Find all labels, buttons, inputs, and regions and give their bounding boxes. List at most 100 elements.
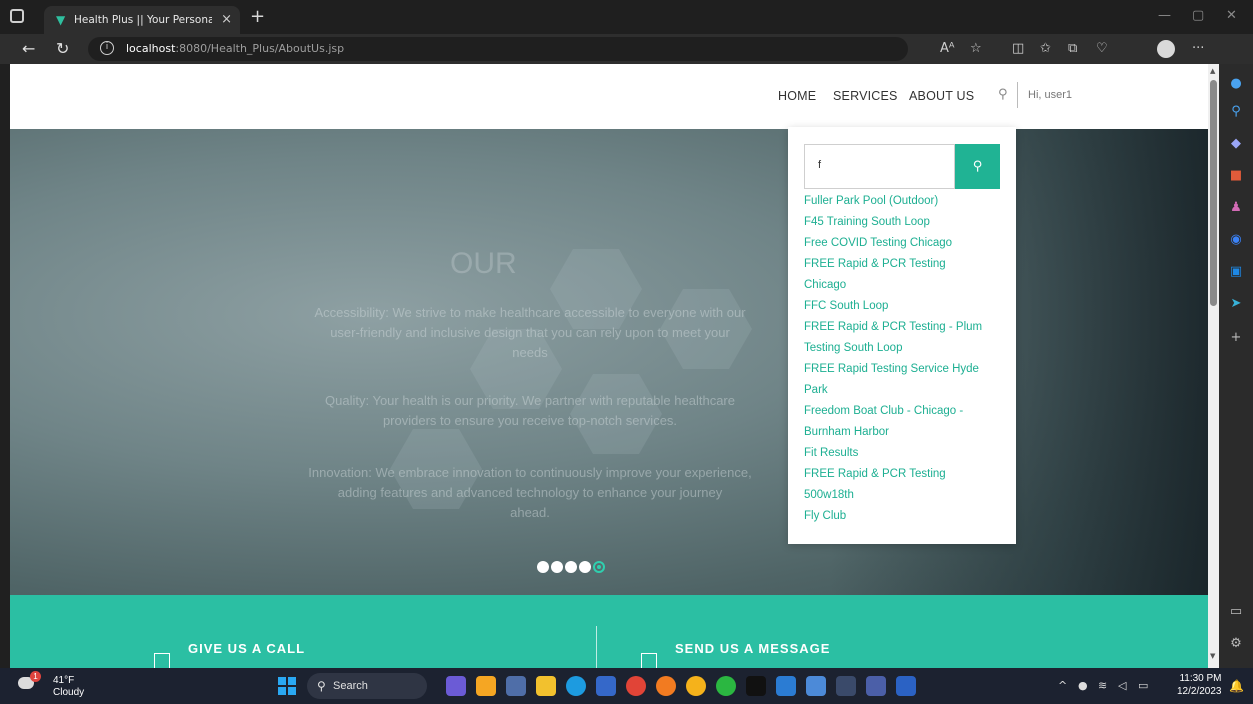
nav-home[interactable]: HOME [778, 89, 816, 103]
app-icon[interactable] [866, 676, 886, 696]
taskbar-search[interactable]: ⚲ Search [307, 673, 427, 699]
windows-taskbar: 1 41°F Cloudy ⚲ Search ^ ● ≋ ◁ ▭ 11:30 P… [0, 668, 1253, 704]
hero-carousel: OUR Accessibility: We strive to make hea… [10, 129, 1208, 595]
edge-icon[interactable] [566, 676, 586, 696]
search-result-item[interactable]: Fuller Park Pool (Outdoor) [804, 191, 1004, 212]
carousel-dot[interactable] [579, 560, 591, 573]
shopping-icon[interactable]: ◆ [1228, 136, 1244, 152]
search-icon[interactable]: ⚲ [998, 87, 1008, 102]
search-result-item[interactable]: FREE Rapid Testing Service Hyde [804, 359, 1004, 380]
search-icon: ⚲ [317, 679, 326, 693]
search-result-item[interactable]: F45 Training South Loop [804, 212, 1004, 233]
wifi-icon[interactable]: ≋ [1098, 679, 1107, 692]
notification-bell-icon[interactable]: 🔔 [1229, 679, 1244, 693]
search-result-item[interactable]: FREE Rapid & PCR Testing - Plum [804, 317, 1004, 338]
search-result-item[interactable]: Testing South Loop [804, 338, 1004, 359]
nav-about-us[interactable]: ABOUT US [909, 89, 974, 103]
back-icon[interactable]: ← [22, 39, 35, 58]
profile-avatar[interactable] [1157, 40, 1175, 58]
file-explorer-icon[interactable] [536, 676, 556, 696]
search-result-item[interactable]: Fly Club [804, 506, 1004, 527]
carousel-dot-active[interactable] [593, 560, 605, 573]
favorites-icon[interactable]: ✩ [1040, 41, 1051, 56]
chrome-icon[interactable] [626, 676, 646, 696]
new-tab-button[interactable]: + [250, 6, 265, 27]
site-favicon-icon: ▼ [56, 13, 66, 27]
search-result-item[interactable]: Chicago [804, 275, 1004, 296]
app-icon[interactable] [476, 676, 496, 696]
search-result-item[interactable]: Freedom Boat Club - Chicago - [804, 401, 1004, 422]
collections-icon[interactable]: ⧉ [1068, 41, 1077, 56]
copilot-icon[interactable]: ● [1228, 76, 1244, 92]
sidebar-search-icon[interactable]: ⚲ [1228, 104, 1244, 120]
firefox-icon[interactable] [656, 676, 676, 696]
search-result-item[interactable]: Burnham Harbor [804, 422, 1004, 443]
contact-divider [596, 626, 597, 668]
add-sidebar-app-icon[interactable]: + [1228, 330, 1244, 346]
carousel-dot[interactable] [565, 560, 577, 573]
search-result-item[interactable]: 500w18th [804, 485, 1004, 506]
carousel-dot[interactable] [537, 560, 549, 573]
nav-services[interactable]: SERVICES [833, 89, 898, 103]
user-greeting[interactable]: Hi, user1 [1028, 89, 1072, 101]
page-scrollbar[interactable]: ▲ ▼ [1208, 64, 1219, 668]
scrollbar-thumb[interactable] [1210, 80, 1217, 306]
terminal-icon[interactable] [836, 676, 856, 696]
word-icon[interactable] [896, 676, 916, 696]
minimize-icon[interactable]: — [1158, 8, 1171, 23]
search-input[interactable]: f [804, 144, 955, 189]
favorite-star-icon[interactable]: ☆ [970, 41, 982, 56]
browser-tab[interactable]: ▼ Health Plus || Your Personal Heal × [44, 6, 240, 34]
give-us-a-call-label: GIVE US A CALL [188, 641, 306, 656]
more-menu-icon[interactable]: ··· [1192, 41, 1204, 56]
games-icon[interactable]: ♟ [1228, 200, 1244, 216]
chevron-up-icon[interactable]: ^ [1058, 679, 1067, 692]
hero-text-line: needs [512, 345, 548, 360]
search-result-item[interactable]: Fit Results [804, 443, 1004, 464]
start-button-icon[interactable] [278, 677, 296, 695]
header-divider [1017, 82, 1018, 108]
send-us-a-message-label: SEND US A MESSAGE [675, 641, 831, 656]
contact-strip: GIVE US A CALL SEND US A MESSAGE [10, 595, 1208, 668]
task-view-icon[interactable] [506, 676, 526, 696]
refresh-icon[interactable]: ↻ [56, 39, 69, 58]
sidebar-settings-icon[interactable]: ⚙ [1228, 636, 1244, 652]
split-screen-icon[interactable]: ◫ [1012, 41, 1024, 56]
microsoft-365-icon[interactable]: ◉ [1228, 232, 1244, 248]
browser-essentials-icon[interactable]: ♡ [1096, 41, 1108, 56]
read-aloud-icon[interactable]: Aᴬ [940, 41, 955, 56]
search-dropdown: f ⚲ Fuller Park Pool (Outdoor) F45 Train… [788, 127, 1016, 544]
drop-icon[interactable]: ➤ [1228, 296, 1244, 312]
netflix-icon[interactable] [746, 676, 766, 696]
tab-actions-icon[interactable] [10, 9, 24, 23]
search-result-item[interactable]: Free COVID Testing Chicago [804, 233, 1004, 254]
search-result-item[interactable]: FREE Rapid & PCR Testing [804, 464, 1004, 485]
tools-icon[interactable]: ■ [1228, 168, 1244, 184]
app-tray-icon[interactable]: ● [1078, 679, 1088, 692]
address-bar[interactable]: i localhost:8080/Health_Plus/AboutUs.jsp [88, 37, 908, 61]
maximize-icon[interactable]: ▢ [1192, 8, 1204, 23]
app-icon[interactable] [776, 676, 796, 696]
scroll-down-icon[interactable]: ▼ [1210, 652, 1215, 660]
widgets-app-icon[interactable] [446, 676, 466, 696]
app-icon[interactable] [806, 676, 826, 696]
scroll-up-icon[interactable]: ▲ [1210, 67, 1215, 75]
battery-icon[interactable]: ▭ [1138, 679, 1148, 692]
volume-icon[interactable]: ◁ [1118, 679, 1126, 692]
hero-text-line: ahead. [510, 505, 550, 520]
store-icon[interactable] [596, 676, 616, 696]
site-info-icon[interactable]: i [100, 41, 114, 55]
search-result-item[interactable]: Park [804, 380, 1004, 401]
carousel-indicators [537, 556, 607, 575]
taskbar-clock[interactable]: 11:30 PM 12/2/2023 [1177, 672, 1222, 698]
search-submit-button[interactable]: ⚲ [955, 144, 1000, 189]
outlook-icon[interactable]: ▣ [1228, 264, 1244, 280]
app-icon[interactable] [686, 676, 706, 696]
search-result-item[interactable]: FREE Rapid & PCR Testing [804, 254, 1004, 275]
close-window-icon[interactable]: ✕ [1226, 8, 1237, 23]
carousel-dot[interactable] [551, 560, 563, 573]
sidebar-layout-icon[interactable]: ▭ [1228, 604, 1244, 620]
tab-close-icon[interactable]: × [221, 12, 232, 27]
search-result-item[interactable]: FFC South Loop [804, 296, 1004, 317]
whatsapp-icon[interactable] [716, 676, 736, 696]
